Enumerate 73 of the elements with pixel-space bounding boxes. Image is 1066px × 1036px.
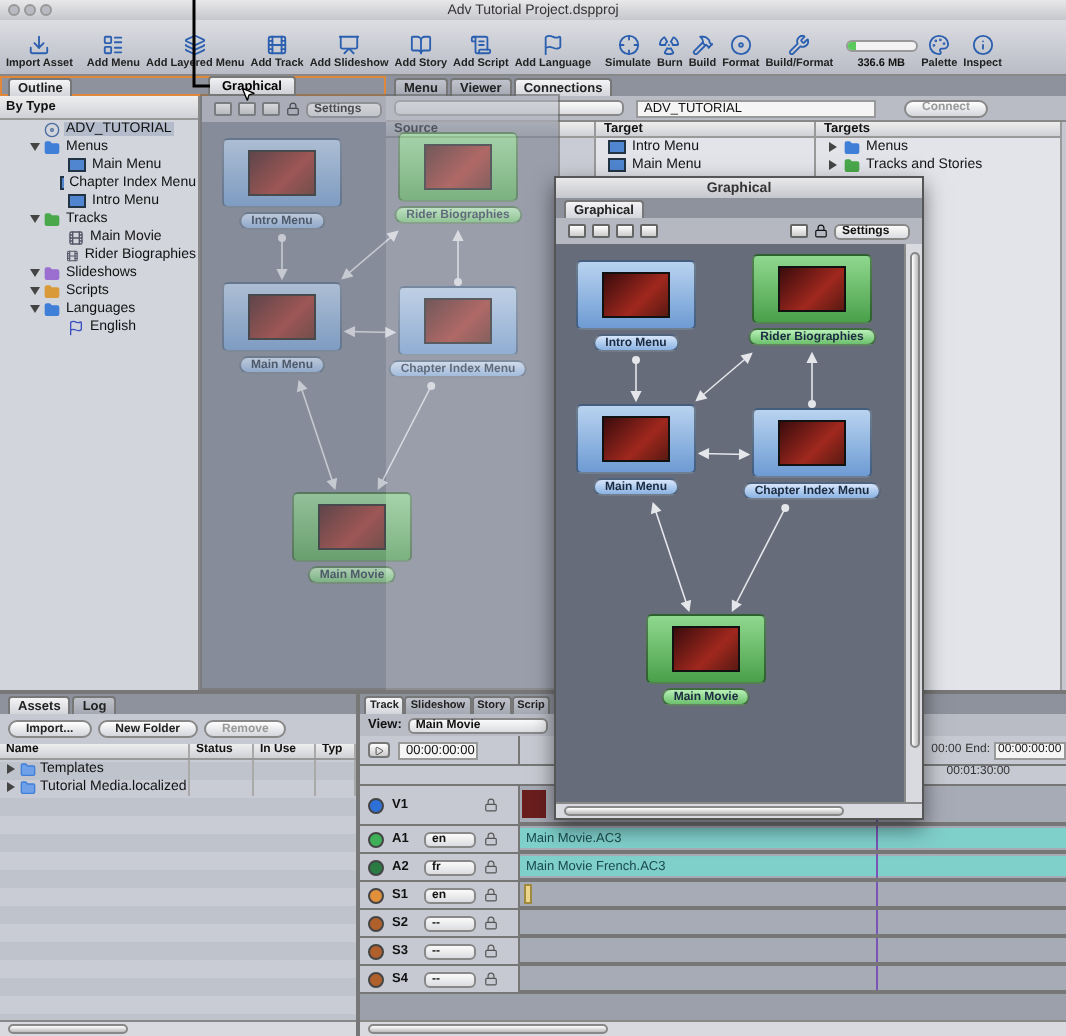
- video-thumbnail-placeholder: [522, 790, 546, 818]
- disclosure-triangle[interactable]: [828, 160, 838, 170]
- thumbnail-placeholder: [777, 265, 847, 313]
- lock-icon[interactable]: [484, 972, 498, 986]
- list-icon: [102, 34, 125, 56]
- book-icon: [409, 34, 432, 56]
- track-indicator-icon[interactable]: [368, 971, 384, 987]
- info-icon: [971, 34, 994, 56]
- track-node[interactable]: [292, 492, 412, 562]
- menu-node[interactable]: [398, 286, 518, 356]
- menu-node[interactable]: [222, 282, 342, 352]
- scroll-icon: [469, 34, 492, 56]
- lock-icon[interactable]: [484, 916, 498, 930]
- radiation-icon: [658, 34, 681, 56]
- disc-space-meter: [845, 40, 918, 52]
- thumbnail-placeholder: [601, 415, 671, 463]
- lock-icon[interactable]: [484, 832, 498, 846]
- scrollbar-thumb[interactable]: [8, 1024, 128, 1034]
- thumbnail-placeholder: [601, 271, 671, 319]
- thumbnail-placeholder: [423, 143, 493, 191]
- lock-icon[interactable]: [286, 102, 300, 116]
- lock-icon[interactable]: [484, 798, 498, 812]
- track-node[interactable]: [646, 614, 766, 684]
- menu-node[interactable]: [752, 408, 872, 478]
- source-dropdown[interactable]: [394, 100, 624, 116]
- subtitle-clip[interactable]: [524, 884, 532, 904]
- slideshow-icon: [338, 34, 361, 56]
- layers-icon: [184, 34, 207, 56]
- disclosure-triangle[interactable]: [30, 268, 40, 278]
- track-node[interactable]: [398, 132, 518, 202]
- disclosure-triangle[interactable]: [30, 214, 40, 224]
- scrollbar-thumb[interactable]: [909, 252, 919, 747]
- track-indicator-icon[interactable]: [368, 797, 384, 813]
- thumbnail-placeholder: [317, 503, 387, 551]
- lock-icon[interactable]: [484, 888, 498, 902]
- menu-node[interactable]: [222, 138, 342, 208]
- film-icon: [266, 34, 289, 56]
- disclosure-triangle[interactable]: [828, 142, 838, 152]
- thumbnail-placeholder: [423, 297, 493, 345]
- flag-icon: [541, 34, 564, 56]
- disc-icon: [729, 34, 752, 56]
- scrollbar-thumb[interactable]: [368, 1024, 608, 1034]
- play-icon: [374, 745, 384, 755]
- track-indicator-icon[interactable]: [368, 831, 384, 847]
- flag-icon: [68, 319, 84, 335]
- thumbnail-placeholder: [777, 419, 847, 467]
- view-icon[interactable]: [790, 224, 808, 238]
- disclosure-triangle[interactable]: [30, 304, 40, 314]
- lock-icon[interactable]: [814, 224, 828, 238]
- wrench-icon: [788, 34, 811, 56]
- track-indicator-icon[interactable]: [368, 943, 384, 959]
- track-indicator-icon[interactable]: [368, 887, 384, 903]
- disclosure-triangle[interactable]: [6, 764, 16, 774]
- thumbnail-placeholder: [247, 149, 317, 197]
- lock-icon[interactable]: [484, 860, 498, 874]
- menu-node[interactable]: [576, 260, 696, 330]
- track-indicator-icon[interactable]: [368, 859, 384, 875]
- menu-node[interactable]: [576, 404, 696, 474]
- download-icon: [28, 34, 51, 56]
- transport-button[interactable]: [368, 742, 390, 758]
- disclosure-triangle[interactable]: [30, 286, 40, 296]
- disclosure-triangle[interactable]: [6, 782, 16, 792]
- track-node[interactable]: [752, 254, 872, 324]
- track-indicator-icon[interactable]: [368, 915, 384, 931]
- thumbnail-placeholder: [247, 293, 317, 341]
- disclosure-triangle[interactable]: [30, 142, 40, 152]
- hammer-icon: [691, 34, 714, 56]
- disc-icon: [44, 121, 60, 137]
- scrollbar-thumb[interactable]: [564, 806, 844, 816]
- thumbnail-placeholder: [671, 625, 741, 673]
- crosshair-icon: [617, 34, 639, 56]
- palette-icon: [928, 34, 951, 56]
- lock-icon[interactable]: [484, 944, 498, 958]
